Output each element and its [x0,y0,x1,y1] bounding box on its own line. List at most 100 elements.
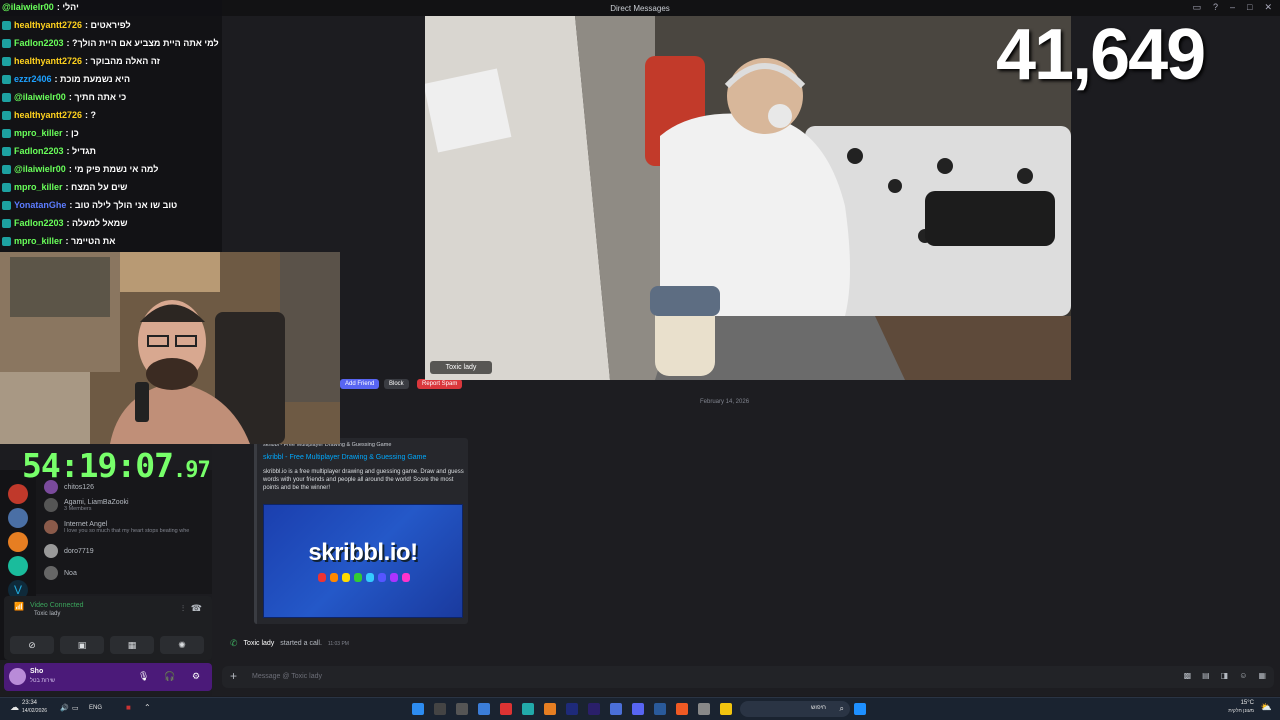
maximize-button[interactable]: □ [1247,2,1252,13]
windows-start-icon[interactable] [854,703,866,715]
chat-user: ezzr2406 [14,74,52,84]
clock-time[interactable]: 23:34 [22,700,37,706]
stream-video[interactable] [425,16,1071,380]
inbox-icon[interactable]: ▭ [1192,2,1201,13]
badge-icon [2,218,11,228]
dm-item[interactable]: Noa [44,564,214,582]
discord-taskbar-icon[interactable] [632,703,644,715]
weather-widget-icon[interactable]: ⛅ [1261,702,1272,713]
chat-message: : יהלי [56,2,79,12]
app-icon[interactable] [566,703,578,715]
chat-message: : שמאל למעלה [66,218,128,228]
chat-message: : טוב שו אני הולך לילה טוב [69,200,178,210]
gift-icon[interactable]: ▩ [1184,671,1192,680]
chat-line: mpro_killer: את הטיימר [2,233,115,249]
sticker-icon[interactable]: ◨ [1221,671,1229,680]
dm-item[interactable]: doro7719 [44,542,214,560]
badge-icon [2,200,11,210]
chat-line: healthyantt2726: ? [2,107,96,123]
app-icon[interactable] [588,703,600,715]
gif-icon[interactable]: ▤ [1202,671,1210,680]
chat-user: YonatanGhe [14,200,67,210]
chat-user: mpro_killer [14,128,63,138]
soundboard-icon: ✺ [178,639,186,650]
avatar [44,544,58,558]
settings-icon[interactable]: ⚙ [192,671,200,682]
chat-message: : ? [85,110,97,120]
app-icon[interactable] [698,703,710,715]
chat-message: : למה אי נשמת פיק מי [68,164,159,174]
chat-user: Fadlon2203 [14,146,64,156]
attach-plus-icon[interactable]: + [230,669,237,683]
activities-button[interactable]: ▦ [110,636,154,654]
app-icon[interactable] [456,703,468,715]
avatar[interactable] [9,668,26,685]
voice-panel: 📶 Video Connected Toxic lady ⫶ ☎ ⊘ ▣ ▦ ✺ [4,596,212,660]
add-friend-button[interactable]: Add Friend [340,379,380,389]
mic-icon[interactable]: 🎙 [138,671,149,682]
emoji-icon[interactable]: ☺ [1239,671,1247,680]
browser-icon[interactable] [676,703,688,715]
dm-item[interactable]: Internet Angel I love you so much that my… [44,518,214,536]
dm-subtitle: I love you so much that my heart stops b… [64,527,190,534]
folder-icon[interactable] [720,703,732,715]
search-label: חיפוש [811,705,826,711]
embed-title-link[interactable]: skribbl - Free Multiplayer Drawing & Gue… [263,454,426,461]
help-icon[interactable]: ? [1213,2,1218,13]
badge-icon [2,236,11,246]
tray-expand-icon[interactable]: ⌃ [144,703,151,712]
apps-icon[interactable]: ▦ [1258,671,1266,680]
report-spam-button[interactable]: Report Spam [417,379,463,389]
message-input[interactable]: + Message @ Toxic lady ▩ ▤ ◨ ☺ ▦ [222,666,1274,688]
clock-date[interactable]: 14/02/2026 [22,708,47,714]
user-status: שירות בטל [30,678,55,684]
video-off-button[interactable]: ⊘ [10,636,54,654]
search-icon: ⌕ [839,704,844,713]
volume-icon[interactable]: 🔊 [60,704,69,712]
server-icon[interactable] [8,556,28,576]
minimize-button[interactable]: – [1230,2,1235,13]
server-icon[interactable] [8,508,28,528]
dm-name: Internet Angel [64,520,108,528]
server-icon[interactable] [8,532,28,552]
weather-temp[interactable]: 15°C [1241,700,1254,706]
timer-main: 54:19:07 [22,446,174,485]
chat-line: YonatanGhe: טוב שו אני הולך לילה טוב [2,197,177,213]
chat-message: : כי אתה חתיך [68,92,127,102]
taskbar-search[interactable]: חיפוש ⌕ [740,701,850,717]
caller-name[interactable]: Toxic lady [244,640,275,647]
chat-line: Fadlon2203: ?למי אתה היית מצביע אם היית … [2,35,219,51]
app-icon[interactable] [544,703,556,715]
badge-icon [2,56,11,66]
skribbl-logo: skribbl.io! [308,539,418,566]
noise-icon[interactable]: ⫶ [182,604,184,614]
taskbar: ☁ 23:34 14/02/2026 🔊 ▭ ENG ■ ⌃ חיפוש ⌕ 1… [0,697,1280,720]
disconnect-icon[interactable]: ☎ [191,603,202,614]
server-icon[interactable] [8,484,28,504]
chat-user: mpro_killer [14,182,63,192]
language-indicator[interactable]: ENG [89,705,102,711]
app-icon[interactable] [654,703,666,715]
weather-desc[interactable]: מעונן חלקית [1228,708,1254,714]
chat-line: @ilaiwielr00: למה אי נשמת פיק מי [2,161,158,177]
app-icon[interactable] [412,703,424,715]
headphones-icon[interactable]: 🎧 [164,671,175,682]
badge-icon [2,74,11,84]
soundboard-button[interactable]: ✺ [160,636,204,654]
app-icon[interactable] [434,703,446,715]
network-icon[interactable]: ▭ [72,704,79,712]
close-button[interactable]: ✕ [1264,2,1272,13]
weather-icon[interactable]: ☁ [10,702,19,713]
dm-name: Noa [64,569,77,577]
app-icon[interactable] [500,703,512,715]
chat-message: : תגדיל [66,146,96,156]
dm-item[interactable]: Agami, LiamBaZooki 3 Members [44,496,214,514]
voice-channel[interactable]: Toxic lady [34,611,60,617]
block-button[interactable]: Block [384,379,409,389]
app-icon[interactable] [610,703,622,715]
app-icon[interactable] [522,703,534,715]
screenshare-button[interactable]: ▣ [60,636,104,654]
app-icon[interactable] [478,703,490,715]
tray-app-icon[interactable]: ■ [126,703,131,712]
embed-thumbnail[interactable]: skribbl.io! [263,504,463,618]
